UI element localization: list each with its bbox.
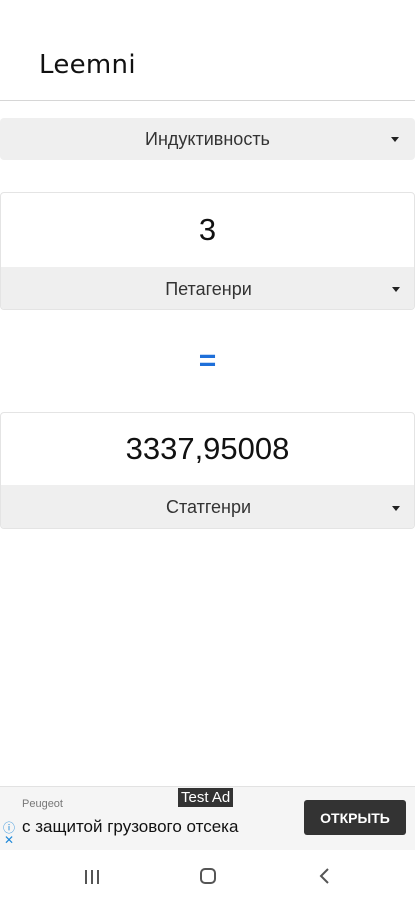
equals-sign: = <box>198 344 217 377</box>
to-card: 3337,95008 Статгенри <box>0 412 415 529</box>
app-title: Leemni <box>39 50 136 80</box>
from-card: 3 Петагенри <box>0 192 415 310</box>
ad-banner[interactable]: Test Ad Peugeot ⓘ ✕ с защитой грузового … <box>0 786 415 850</box>
app-bar: Leemni <box>0 0 415 101</box>
ad-tag: Test Ad <box>178 788 234 807</box>
chevron-down-icon <box>392 505 400 511</box>
chevron-down-icon <box>391 137 399 142</box>
ad-open-button[interactable]: ОТКРЫТЬ <box>304 800 406 835</box>
home-icon[interactable] <box>199 867 217 885</box>
to-unit-label: Статгенри <box>165 497 252 517</box>
chevron-down-icon <box>392 287 400 292</box>
to-unit-dropdown[interactable]: Статгенри <box>1 485 414 528</box>
category-dropdown[interactable]: Индуктивность <box>0 118 415 160</box>
ad-close-icon[interactable]: ✕ <box>4 833 14 847</box>
recents-icon[interactable] <box>84 869 100 885</box>
from-unit-label: Петагенри <box>165 278 252 299</box>
to-value-output[interactable]: 3337,95008 <box>1 413 414 485</box>
from-value-input[interactable]: 3 <box>1 193 414 267</box>
category-label: Индуктивность <box>145 128 270 149</box>
system-nav-bar <box>0 851 415 900</box>
from-unit-dropdown[interactable]: Петагенри <box>1 267 414 309</box>
ad-text: с защитой грузового отсека <box>22 817 239 836</box>
ad-brand: Peugeot <box>22 798 63 810</box>
back-icon[interactable] <box>318 867 330 885</box>
